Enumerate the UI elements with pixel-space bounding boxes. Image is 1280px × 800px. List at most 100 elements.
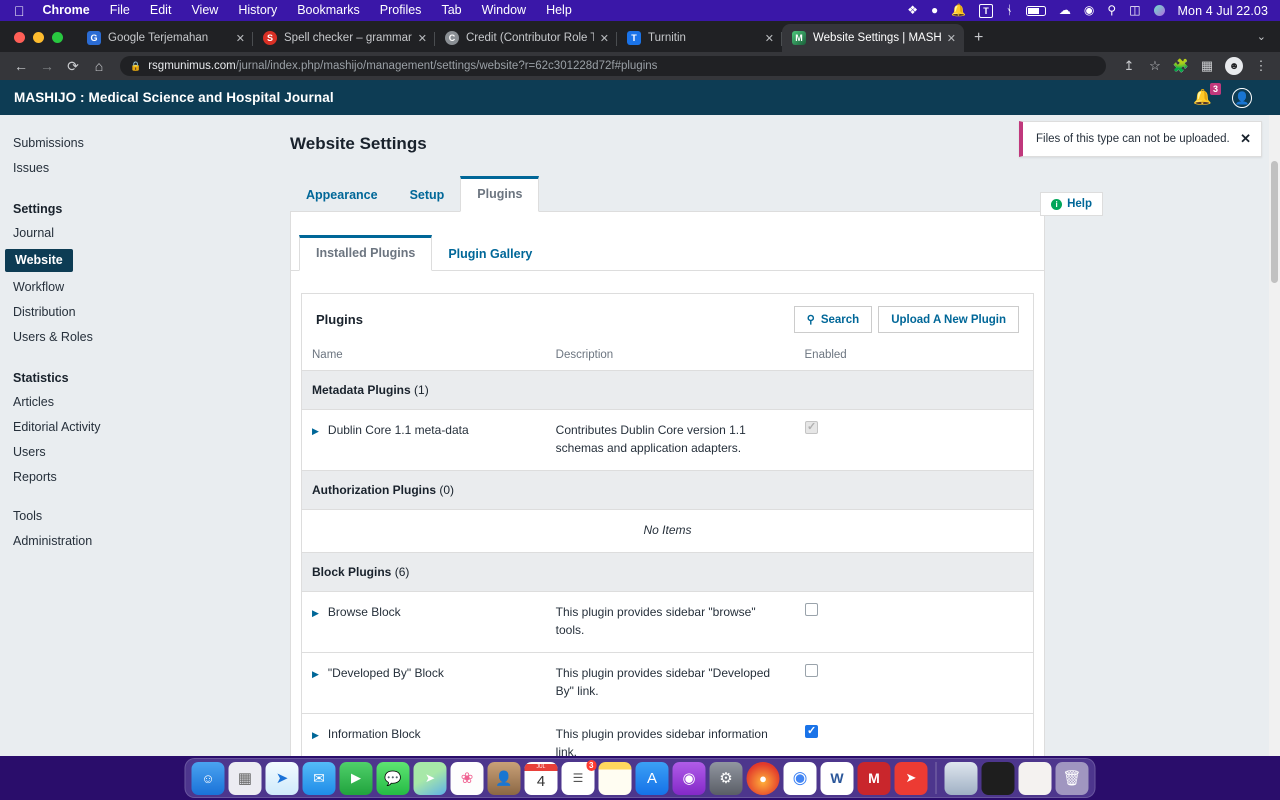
dock-icon-contacts[interactable]: 👤 — [487, 761, 521, 795]
sidebar-item-users[interactable]: Users — [13, 440, 290, 465]
menu-item-edit[interactable]: Edit — [140, 0, 182, 21]
dock-minimized-window-1[interactable] — [944, 761, 978, 795]
plugin-enabled-checkbox[interactable] — [804, 603, 818, 616]
page-scrollbar[interactable] — [1269, 115, 1280, 756]
apple-logo-icon[interactable]:  — [12, 1, 33, 21]
upload-plugin-button[interactable]: Upload A New Plugin — [878, 306, 1019, 333]
back-arrow-icon[interactable]: ← — [8, 58, 34, 74]
profile-avatar[interactable]: ☻ — [1225, 57, 1243, 75]
menu-item-tab[interactable]: Tab — [431, 0, 471, 21]
control-center-icon[interactable]: ◫ — [1129, 0, 1140, 21]
window-maximize-button[interactable] — [52, 32, 63, 43]
dock-icon-launchpad[interactable]: ▦ — [228, 761, 262, 795]
sidebar-item-users-roles[interactable]: Users & Roles — [13, 325, 290, 350]
window-close-button[interactable] — [14, 32, 25, 43]
menu-item-window[interactable]: Window — [472, 0, 536, 21]
side-panel-icon[interactable]: ▦ — [1194, 58, 1220, 74]
circle-half-icon[interactable]: ● — [931, 0, 938, 21]
tab-setup[interactable]: Setup — [394, 178, 461, 212]
scrollbar-thumb[interactable] — [1271, 161, 1278, 283]
sidebar-item-articles[interactable]: Articles — [13, 390, 290, 415]
sidebar-item-administration[interactable]: Administration — [13, 529, 290, 554]
toast-close-icon[interactable]: ✕ — [1240, 131, 1251, 147]
sidebar-item-tools[interactable]: Tools — [13, 504, 290, 529]
menu-item-bookmarks[interactable]: Bookmarks — [287, 0, 370, 21]
textbox-icon[interactable]: T — [979, 3, 993, 18]
spotlight-search-icon[interactable]: ⚲ — [1107, 0, 1116, 21]
menu-item-history[interactable]: History — [228, 0, 287, 21]
dock-icon-finder[interactable]: ☺ — [191, 761, 225, 795]
dock-icon-trash[interactable]: 🗑 — [1055, 761, 1089, 795]
tab-close-icon[interactable]: ✕ — [236, 32, 245, 45]
menu-bar-clock[interactable]: Mon 4 Jul 22.03 — [1178, 4, 1268, 18]
tab-close-icon[interactable]: ✕ — [600, 32, 609, 45]
browser-tab[interactable]: C Credit (Contributor Role Taxono ✕ — [435, 24, 617, 52]
reload-icon[interactable]: ⟳ — [60, 58, 86, 75]
dropbox-icon[interactable]: ❖ — [907, 0, 918, 21]
dock-icon-revo[interactable]: ➤ — [894, 761, 928, 795]
tab-close-icon[interactable]: ✕ — [418, 32, 427, 45]
dock-icon-app-store[interactable]: A — [635, 761, 669, 795]
bell-slash-icon[interactable]: 🔔 — [951, 0, 966, 21]
tab-installed-plugins[interactable]: Installed Plugins — [299, 235, 433, 271]
dock-icon-system-settings[interactable]: ⚙ — [709, 761, 743, 795]
sidebar-item-issues[interactable]: Issues — [13, 156, 290, 181]
dock-icon-notes[interactable] — [598, 761, 632, 795]
dock-icon-photos[interactable]: ❀ — [450, 761, 484, 795]
sidebar-item-editorial-activity[interactable]: Editorial Activity — [13, 415, 290, 440]
address-bar[interactable]: 🔒 rsgmunimus.com/jurnal/index.php/mashij… — [120, 56, 1106, 76]
dock-icon-calendar[interactable]: JUL 4 — [524, 761, 558, 795]
expand-caret-icon[interactable]: ▶ — [312, 426, 319, 436]
browser-tab[interactable]: T Turnitin ✕ — [617, 24, 782, 52]
window-minimize-button[interactable] — [33, 32, 44, 43]
bookmark-star-icon[interactable]: ☆ — [1142, 58, 1168, 74]
help-button[interactable]: i Help — [1040, 192, 1103, 216]
dock-icon-mail[interactable]: ✉ — [302, 761, 336, 795]
menu-item-help[interactable]: Help — [536, 0, 582, 21]
dock-minimized-window-3[interactable] — [1018, 761, 1052, 795]
dock-icon-word[interactable]: W — [820, 761, 854, 795]
dock-minimized-window-2[interactable] — [981, 761, 1015, 795]
notifications-button[interactable]: 🔔 3 — [1193, 83, 1221, 107]
battery-icon[interactable] — [1025, 5, 1046, 16]
tab-appearance[interactable]: Appearance — [290, 178, 394, 212]
plugin-enabled-checkbox[interactable] — [804, 664, 818, 677]
home-icon[interactable]: ⌂ — [86, 58, 112, 74]
tab-search-chevron-down-icon[interactable]: ⌄ — [1257, 30, 1280, 52]
plugin-enabled-checkbox[interactable] — [804, 724, 818, 738]
dock-icon-firefox[interactable]: ● — [746, 761, 780, 795]
expand-caret-icon[interactable]: ▶ — [312, 608, 319, 618]
menu-item-profiles[interactable]: Profiles — [370, 0, 432, 21]
menu-item-file[interactable]: File — [100, 0, 140, 21]
wifi-icon[interactable]: ☁ — [1059, 0, 1071, 21]
user-account-icon[interactable]: 👤 — [1232, 87, 1252, 108]
share-icon[interactable]: ↥ — [1116, 58, 1142, 74]
tab-plugins[interactable]: Plugins — [460, 176, 540, 212]
display-icon[interactable]: ◉ — [1084, 0, 1094, 21]
sidebar-item-website[interactable]: Website — [5, 249, 73, 272]
new-tab-button[interactable]: + — [964, 30, 993, 52]
sidebar-item-journal[interactable]: Journal — [13, 221, 290, 246]
menu-item-chrome[interactable]: Chrome — [33, 0, 100, 21]
dock-icon-podcasts[interactable]: ◉ — [672, 761, 706, 795]
browser-tab[interactable]: S Spell checker – grammar and s ✕ — [253, 24, 435, 52]
sidebar-item-submissions[interactable]: Submissions — [13, 131, 290, 156]
bluetooth-icon[interactable]: ᛀ — [1006, 0, 1013, 21]
forward-arrow-icon[interactable]: → — [34, 58, 60, 74]
tab-plugin-gallery[interactable]: Plugin Gallery — [432, 237, 548, 271]
sidebar-item-workflow[interactable]: Workflow — [13, 275, 290, 300]
sidebar-item-distribution[interactable]: Distribution — [13, 300, 290, 325]
expand-caret-icon[interactable]: ▶ — [312, 669, 319, 679]
dock-icon-messages[interactable]: 💬 — [376, 761, 410, 795]
browser-tab-active[interactable]: M Website Settings | MASHIJO : M ✕ — [782, 24, 964, 52]
tab-close-icon[interactable]: ✕ — [765, 32, 774, 45]
menu-item-view[interactable]: View — [181, 0, 228, 21]
sidebar-item-reports[interactable]: Reports — [13, 465, 290, 490]
browser-tab[interactable]: G Google Terjemahan ✕ — [77, 24, 253, 52]
extensions-puzzle-icon[interactable]: 🧩 — [1168, 58, 1194, 74]
dock-icon-maps[interactable]: ➤ — [413, 761, 447, 795]
dock-icon-mendeley[interactable]: M — [857, 761, 891, 795]
search-button[interactable]: ⚲ Search — [793, 306, 873, 333]
dock-icon-reminders[interactable]: ☰ 3 — [561, 759, 597, 795]
dock-icon-safari[interactable]: ➤ — [265, 761, 299, 795]
